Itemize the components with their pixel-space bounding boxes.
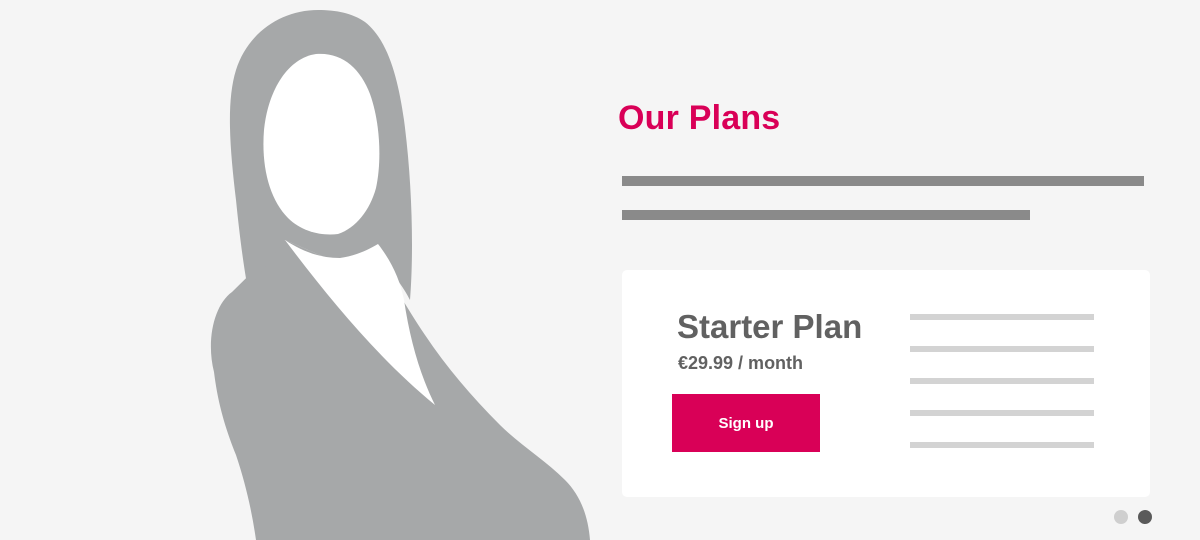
plan-price: €29.99 / month xyxy=(678,353,804,373)
plan-name: Starter Plan xyxy=(677,308,863,345)
section-title: Our Plans xyxy=(618,99,781,137)
hero-section: Our Plans Starter Plan €29.99 / month Si… xyxy=(0,0,1200,540)
feature-text-line xyxy=(910,314,1094,320)
intro-text-line xyxy=(622,210,1030,220)
feature-text-line xyxy=(910,442,1094,448)
person-silhouette-icon xyxy=(210,10,590,540)
feature-text-line xyxy=(910,346,1094,352)
intro-text-line xyxy=(622,176,1144,186)
carousel-pager xyxy=(1114,510,1152,524)
carousel-dot-2[interactable] xyxy=(1138,510,1152,524)
plan-card: Starter Plan €29.99 / month Sign up xyxy=(622,270,1150,497)
feature-text-line xyxy=(910,378,1094,384)
feature-text-line xyxy=(910,410,1094,416)
silhouette-body xyxy=(210,240,590,540)
sign-up-button[interactable]: Sign up xyxy=(672,394,820,452)
silhouette-face xyxy=(263,53,380,235)
carousel-dot-1[interactable] xyxy=(1114,510,1128,524)
